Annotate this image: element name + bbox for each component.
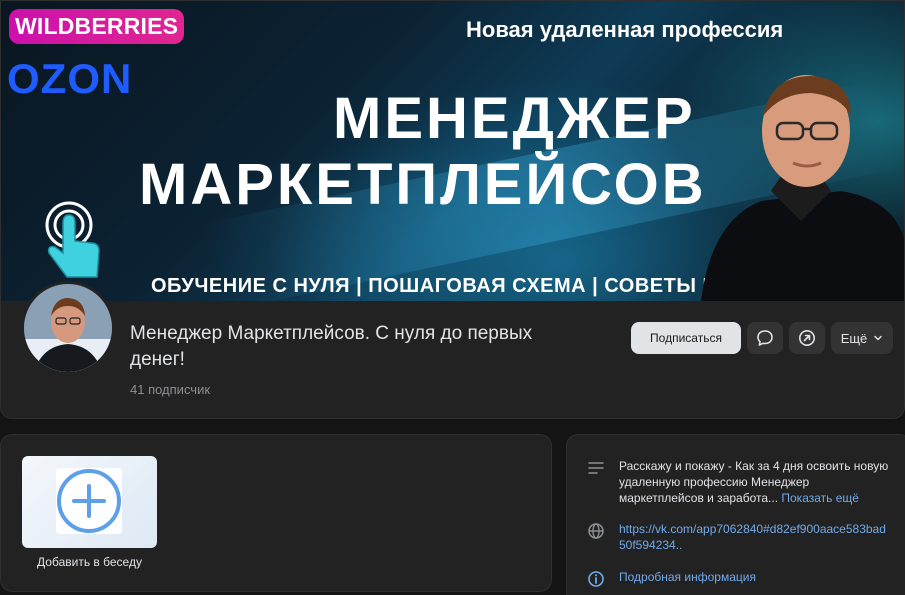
details-link[interactable]: Подробная информация (619, 569, 756, 588)
ozon-logo: OZON (7, 55, 133, 102)
text-lines-icon (588, 462, 604, 474)
subscribers-count[interactable]: 41 подписчик (130, 382, 210, 397)
cover-title-line2: МАРКЕТПЛЕЙСОВ (139, 152, 707, 217)
more-label: Ещё (840, 330, 868, 346)
show-more-link[interactable]: Показать ещё (781, 491, 859, 505)
avatar-photo (24, 284, 112, 372)
share-button[interactable] (789, 322, 825, 354)
add-to-chat-caption[interactable]: Добавить в беседу (11, 555, 168, 569)
description-row: Расскажу и покажу - Как за 4 дня освоить… (587, 458, 889, 506)
avatar[interactable] (21, 281, 115, 375)
profile-card: WILDBERRIES OZON Новая удаленная професс… (0, 0, 905, 419)
channel-name: Менеджер Маркетплейсов. С нуля до первых… (130, 323, 533, 370)
cover-image: WILDBERRIES OZON Новая удаленная професс… (1, 1, 904, 301)
page: WILDBERRIES OZON Новая удаленная професс… (0, 0, 905, 595)
message-button[interactable] (747, 322, 783, 354)
share-icon (799, 330, 815, 346)
person-photo (701, 75, 904, 301)
wildberries-logo: WILDBERRIES (9, 9, 185, 44)
plus-icon (57, 469, 121, 533)
chat-card: Добавить в беседу (0, 434, 552, 592)
info-icon (588, 571, 604, 587)
details-row: Подробная информация (587, 569, 756, 588)
globe-icon (588, 523, 604, 539)
link-row: https://vk.com/app7062840#d82ef900aace58… (587, 521, 889, 553)
hand-pointer-icon (45, 201, 100, 278)
chevron-down-icon (874, 335, 883, 341)
more-button[interactable]: Ещё (831, 322, 893, 354)
add-to-chat-button[interactable] (22, 456, 157, 548)
cover-title-line1: МЕНЕДЖЕР (333, 86, 696, 151)
info-card: Расскажу и покажу - Как за 4 дня освоить… (566, 434, 905, 595)
description-text: Расскажу и покажу - Как за 4 дня освоить… (619, 458, 889, 506)
external-link[interactable]: https://vk.com/app7062840#d82ef900aace58… (619, 521, 889, 553)
message-icon (757, 330, 773, 346)
cover-subtitle: Новая удаленная профессия (466, 17, 784, 42)
subscribe-button[interactable]: Подписаться (631, 322, 741, 354)
